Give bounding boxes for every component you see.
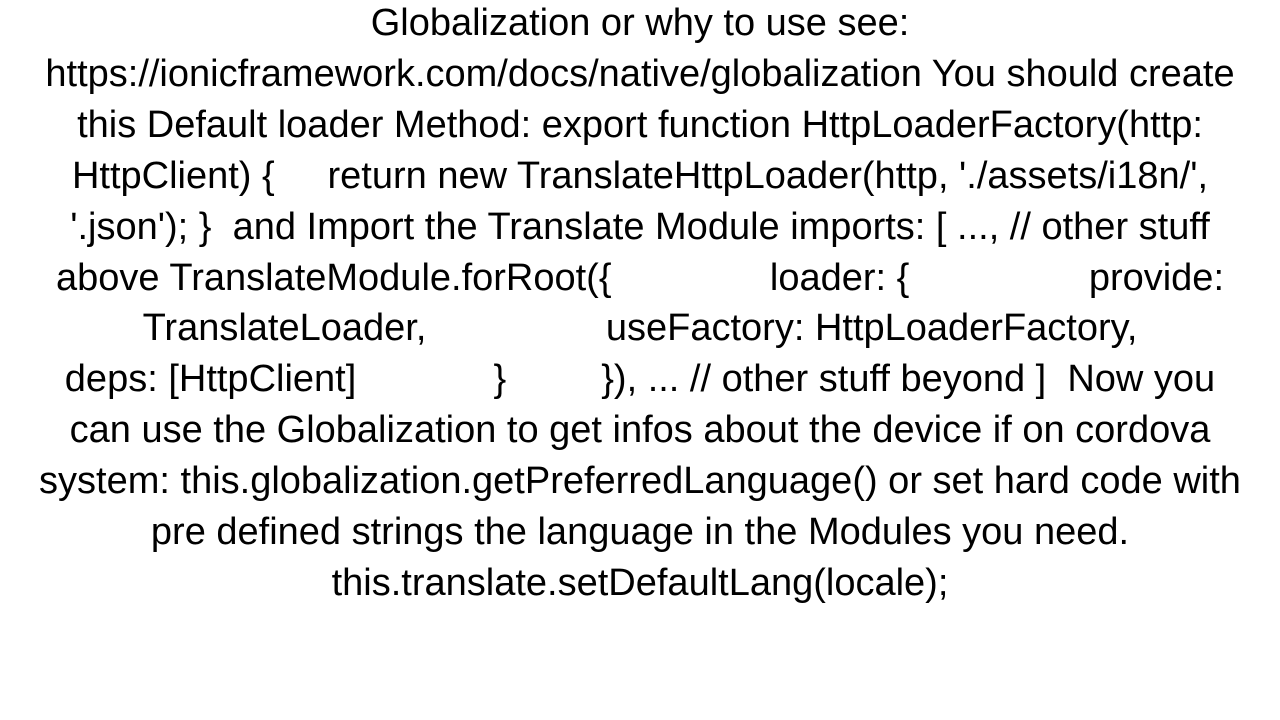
- document-body-text: Globalization or why to use see: https:/…: [34, 0, 1246, 609]
- document-page: Globalization or why to use see: https:/…: [0, 0, 1280, 720]
